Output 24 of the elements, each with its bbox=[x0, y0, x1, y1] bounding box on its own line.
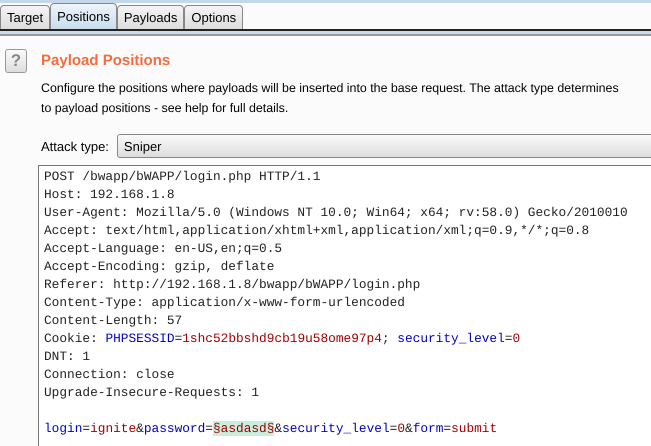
request-line: Accept: text/html,application/xhtml+xml,application/xml;q=0.9,*/*;q=0.8 bbox=[44, 222, 590, 240]
request-line: Accept-Language: en-US,en;q=0.5 bbox=[44, 240, 284, 258]
request-line: User-Agent: Mozilla/5.0 (Windows NT 10.0; Win64; x64; rv:58.0) Gecko/2010010 bbox=[44, 204, 629, 222]
request-line: Content-Type: application/x-www-form-urlencoded bbox=[44, 294, 406, 312]
section-description: to payload positions - see help for full details. bbox=[41, 100, 288, 117]
request-line: DNT: 1 bbox=[44, 348, 92, 366]
attack-type-label: Attack type: bbox=[41, 138, 109, 154]
request-line: login=ignite&password=§asdasd§&security_level=0&form=submit bbox=[44, 420, 498, 438]
section-description: Configure the positions where payloads will be inserted into the base request. The attack type determines bbox=[41, 80, 619, 97]
request-line: Cookie: PHPSESSID=1shc52bbshd9cb19u58ome97p4; security_level=0 bbox=[44, 330, 522, 348]
request-line: Referer: http://192.168.1.8/bwapp/bWAPP/login.php bbox=[44, 276, 422, 294]
section-title: Payload Positions bbox=[41, 52, 172, 69]
tab[interactable]: Options bbox=[184, 5, 244, 29]
tab[interactable]: Positions bbox=[50, 3, 117, 29]
request-line: Accept-Encoding: gzip, deflate bbox=[44, 258, 276, 276]
tab[interactable]: Target bbox=[0, 5, 50, 29]
tab[interactable]: Payloads bbox=[116, 5, 184, 29]
request-line: Content-Length: 57 bbox=[44, 312, 184, 330]
request-line: POST /bwapp/bWAPP/login.php HTTP/1.1 bbox=[44, 168, 322, 186]
request-line: Connection: close bbox=[44, 366, 176, 384]
request-editor[interactable] bbox=[38, 165, 651, 446]
request-line: Host: 192.168.1.8 bbox=[44, 186, 176, 204]
request-line: Upgrade-Insecure-Requests: 1 bbox=[44, 384, 260, 402]
attack-type-dropdown[interactable]: Sniper bbox=[116, 134, 651, 158]
